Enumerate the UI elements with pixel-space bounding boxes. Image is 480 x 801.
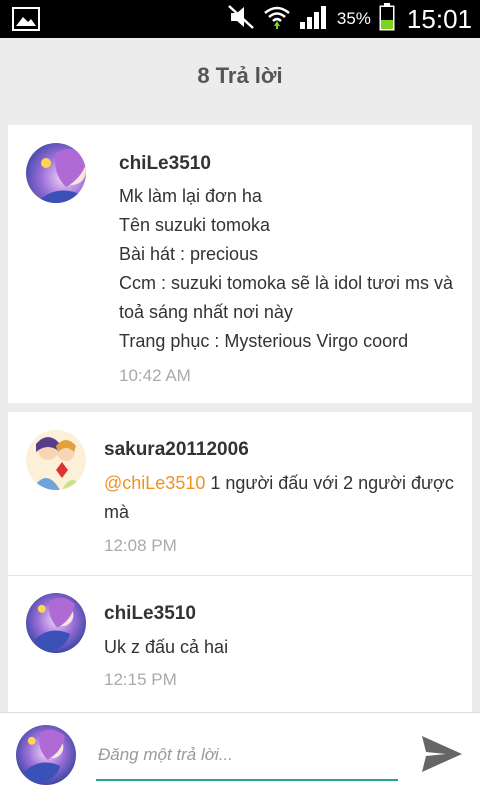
- avatar[interactable]: [26, 430, 86, 490]
- reply-timestamp: 10:42 AM: [119, 366, 191, 385]
- reply-text-line: Uk z đấu cả hai: [104, 637, 229, 657]
- reply-thread-card: sakura20112006 @chiLe3510 1 người đấu vớ…: [8, 412, 472, 712]
- reply-text-line: Ccm : suzuki tomoka sẽ là idol tươi ms v…: [119, 273, 453, 293]
- clock: 15:01: [406, 3, 472, 34]
- send-icon: [422, 736, 462, 772]
- reply-timestamp: 12:08 PM: [104, 536, 177, 555]
- reply-text-line: Trang phục : Mysterious Virgo coord: [119, 331, 409, 351]
- image-icon: [12, 7, 40, 36]
- reply-text-line: mà: [104, 502, 130, 522]
- send-button[interactable]: [418, 730, 466, 778]
- page-title: 8 Trả lời: [197, 63, 283, 88]
- reply-input[interactable]: [96, 737, 402, 773]
- mute-icon: [227, 4, 255, 35]
- avatar[interactable]: [26, 143, 86, 203]
- reply-text-line: @chiLe3510 1 người đấu với 2 người được: [104, 469, 454, 498]
- status-bar: 35% 15:01: [0, 0, 480, 38]
- reply-text-line: toả sáng nhất nơi này: [119, 302, 293, 322]
- battery-percent: 35%: [336, 9, 371, 28]
- mention-link[interactable]: @chiLe3510: [104, 473, 205, 493]
- reply-timestamp: 12:15 PM: [104, 670, 177, 689]
- reply-text-line: Bài hát : precious: [119, 244, 259, 264]
- reply-text-line: Mk làm lại đơn ha: [119, 186, 262, 206]
- input-underline: [96, 779, 398, 781]
- reply-username[interactable]: chiLe3510: [119, 153, 211, 175]
- divider: [8, 575, 472, 576]
- battery-icon: [379, 2, 395, 36]
- wifi-icon: [263, 4, 291, 35]
- reply-card: chiLe3510 Mk làm lại đơn ha Tên suzuki t…: [8, 125, 472, 403]
- reply-username[interactable]: sakura20112006: [104, 439, 249, 461]
- reply-text-line: Tên suzuki tomoka: [119, 215, 271, 235]
- reply-username[interactable]: chiLe3510: [104, 603, 196, 625]
- my-avatar: [16, 725, 76, 785]
- avatar[interactable]: [26, 593, 86, 653]
- reply-composer: [0, 712, 480, 801]
- reply-text-fragment: 1 người đấu với 2 người được: [205, 473, 454, 493]
- signal-icon: [299, 4, 329, 35]
